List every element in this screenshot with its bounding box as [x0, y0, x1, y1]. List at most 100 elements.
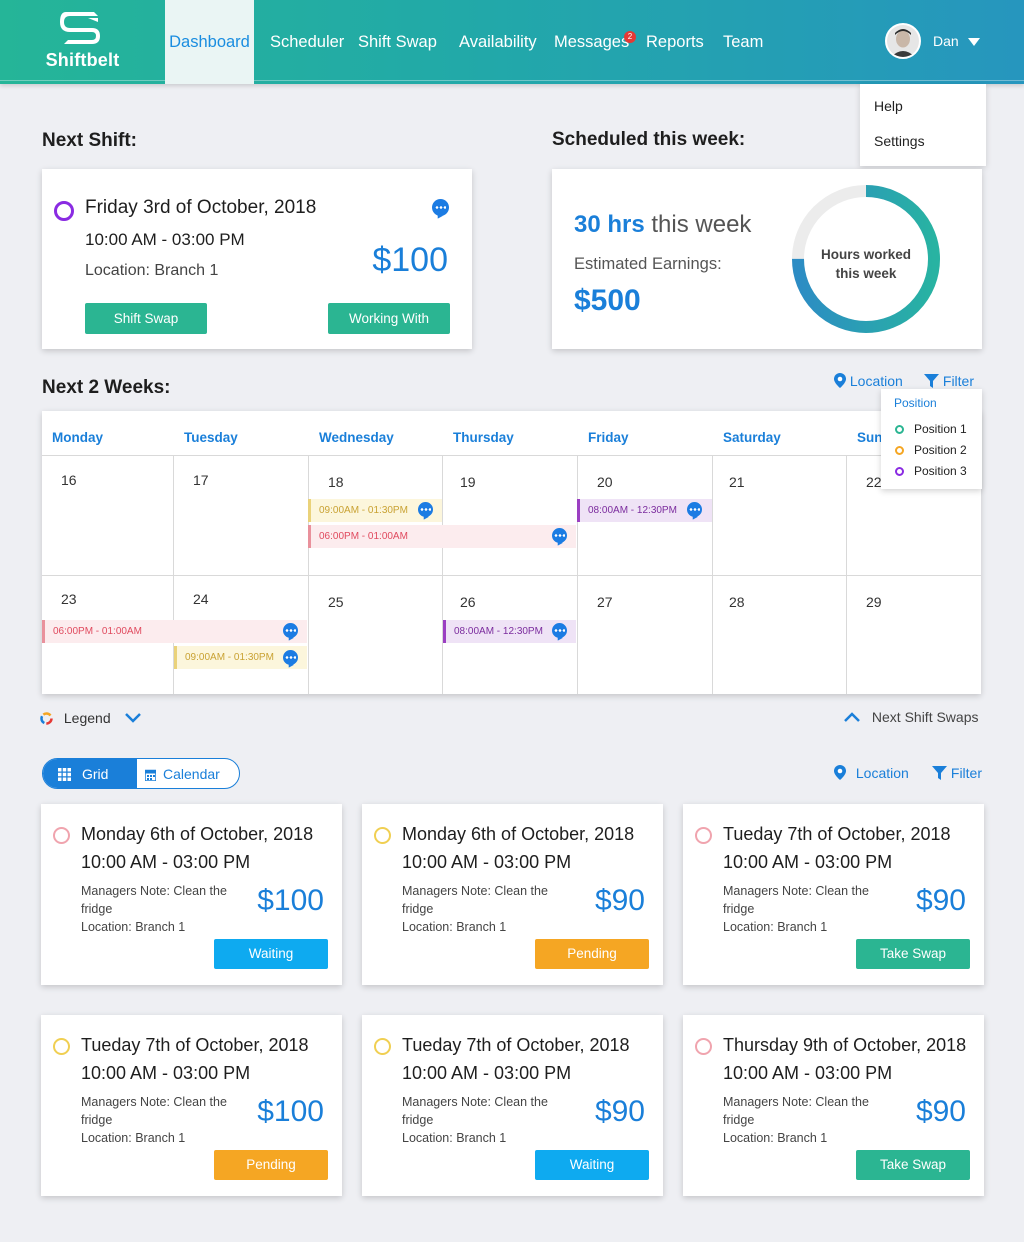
swap-location: Location: Branch 1 [402, 1131, 507, 1145]
user-name[interactable]: Dan [933, 33, 959, 49]
chat-bubble-icon[interactable] [418, 502, 433, 517]
view-toggle: Grid Calendar [42, 758, 240, 789]
calendar-location-filter[interactable]: Location [834, 373, 903, 389]
next-shift-swaps-toggle[interactable]: Next Shift Swaps [844, 709, 979, 725]
date-cell[interactable]: 27 [597, 594, 613, 610]
chat-bubble-icon[interactable] [283, 623, 298, 638]
date-cell[interactable]: 17 [193, 472, 209, 488]
swap-date: Tueday 7th of October, 2018 [81, 1035, 309, 1055]
shift-swap-button[interactable]: Shift Swap [85, 303, 207, 334]
swap-time: 10:00 AM - 03:00 PM [402, 1063, 572, 1083]
swap-date: Monday 6th of October, 2018 [81, 824, 314, 844]
chat-bubble-icon[interactable] [687, 502, 702, 517]
nav-reports[interactable]: Reports [646, 0, 704, 84]
shift-price: $100 [372, 241, 448, 279]
chevron-down-icon[interactable] [968, 38, 980, 46]
date-cell[interactable]: 23 [61, 591, 77, 607]
date-cell[interactable]: 16 [61, 472, 77, 488]
chat-bubble-icon[interactable] [552, 623, 567, 638]
swaps-location-filter[interactable]: Location [834, 765, 909, 781]
date-cell[interactable]: 22 [866, 474, 882, 490]
brand-logo[interactable]: Shiftbelt [0, 0, 165, 84]
nav-availability[interactable]: Availability [459, 0, 537, 84]
nav-team[interactable]: Team [723, 0, 763, 84]
swap-card[interactable]: Tueday 7th of October, 2018 10:00 AM - 0… [41, 1015, 342, 1196]
earnings-label: Estimated Earnings: [574, 255, 722, 273]
user-portrait-icon [887, 25, 919, 57]
day-monday: Monday [52, 430, 104, 445]
swap-card[interactable]: Tueday 7th of October, 2018 10:00 AM - 0… [362, 1015, 663, 1196]
funnel-icon [924, 374, 939, 388]
position3-dot-icon [895, 467, 904, 476]
waiting-button[interactable]: Waiting [214, 939, 328, 969]
date-cell[interactable]: 26 [460, 594, 476, 610]
calendar-view-button[interactable]: Calendar [137, 759, 239, 788]
location-pin-icon [834, 373, 846, 388]
working-with-button[interactable]: Working With [328, 303, 450, 334]
take-swap-button[interactable]: Take Swap [856, 939, 970, 969]
donut-label: Hours worked this week [790, 245, 942, 283]
menu-item-settings[interactable]: Settings [874, 133, 925, 149]
position-ring-icon [53, 827, 70, 844]
calendar-filter[interactable]: Filter [924, 373, 974, 389]
date-cell[interactable]: 25 [328, 594, 344, 610]
swap-card[interactable]: Thursday 9th of October, 2018 10:00 AM -… [683, 1015, 984, 1196]
pending-button[interactable]: Pending [214, 1150, 328, 1180]
waiting-button[interactable]: Waiting [535, 1150, 649, 1180]
swap-card[interactable]: Tueday 7th of October, 2018 10:00 AM - 0… [683, 804, 984, 985]
next-weeks-title: Next 2 Weeks: [42, 377, 171, 398]
position2-dot-icon [895, 446, 904, 455]
legend-ring-icon [40, 712, 53, 725]
take-swap-button[interactable]: Take Swap [856, 1150, 970, 1180]
event-time: 08:00AM - 12:30PM [454, 626, 543, 637]
chat-bubble-icon[interactable] [283, 650, 298, 665]
earnings-value: $500 [574, 284, 641, 317]
swap-location: Location: Branch 1 [723, 920, 828, 934]
position-option[interactable]: Position 2 [914, 443, 967, 457]
date-cell[interactable]: 21 [729, 474, 745, 490]
grid-view-button[interactable]: Grid [43, 759, 137, 788]
avatar[interactable] [885, 23, 921, 59]
swap-card[interactable]: Monday 6th of October, 2018 10:00 AM - 0… [41, 804, 342, 985]
swap-location: Location: Branch 1 [81, 1131, 186, 1145]
chat-bubble-icon[interactable] [432, 199, 449, 216]
chat-bubble-icon[interactable] [552, 528, 567, 543]
pending-button[interactable]: Pending [535, 939, 649, 969]
nav-dashboard[interactable]: Dashboard [165, 0, 254, 84]
swap-time: 10:00 AM - 03:00 PM [723, 1063, 893, 1083]
day-tuesday: Tuesday [184, 430, 238, 445]
column-divider [577, 456, 578, 694]
nav-messages[interactable]: Messages [554, 0, 629, 84]
event-time: 06:00PM - 01:00AM [53, 626, 142, 637]
menu-item-help[interactable]: Help [874, 98, 903, 114]
swap-price: $90 [594, 1095, 645, 1128]
user-dropdown-menu: Help Settings [860, 84, 986, 166]
swaps-filter[interactable]: Filter [932, 765, 982, 781]
nav-shift-swap[interactable]: Shift Swap [358, 0, 437, 84]
swap-note: Managers Note: Clean the fridge [402, 884, 548, 916]
brand-name: Shiftbelt [45, 50, 120, 70]
calendar-event[interactable]: 06:00PM - 01:00AM [42, 620, 307, 643]
legend-toggle[interactable]: Legend [40, 710, 141, 726]
nav-scheduler[interactable]: Scheduler [270, 0, 344, 84]
date-cell[interactable]: 29 [866, 594, 882, 610]
swap-price: $90 [915, 1095, 966, 1128]
calendar-event[interactable]: 06:00PM - 01:00AM [308, 525, 576, 548]
position-ring-icon [374, 1038, 391, 1055]
next-shift-title: Next Shift: [42, 130, 137, 151]
swap-card[interactable]: Monday 6th of October, 2018 10:00 AM - 0… [362, 804, 663, 985]
shift-location: Location: Branch 1 [85, 262, 219, 279]
date-cell[interactable]: 28 [729, 594, 745, 610]
swap-location: Location: Branch 1 [402, 920, 507, 934]
date-cell[interactable]: 18 [328, 474, 344, 490]
swap-note: Managers Note: Clean the fridge [81, 1095, 227, 1127]
date-cell[interactable]: 20 [597, 474, 613, 490]
swap-price: $90 [594, 884, 645, 917]
date-cell[interactable]: 19 [460, 474, 476, 490]
position-ring-icon [374, 827, 391, 844]
position-option[interactable]: Position 1 [914, 422, 967, 436]
calendar-filter-label: Filter [942, 373, 975, 389]
date-cell[interactable]: 24 [193, 591, 209, 607]
swaps-filter-label: Filter [950, 765, 983, 781]
position-option[interactable]: Position 3 [914, 464, 967, 478]
